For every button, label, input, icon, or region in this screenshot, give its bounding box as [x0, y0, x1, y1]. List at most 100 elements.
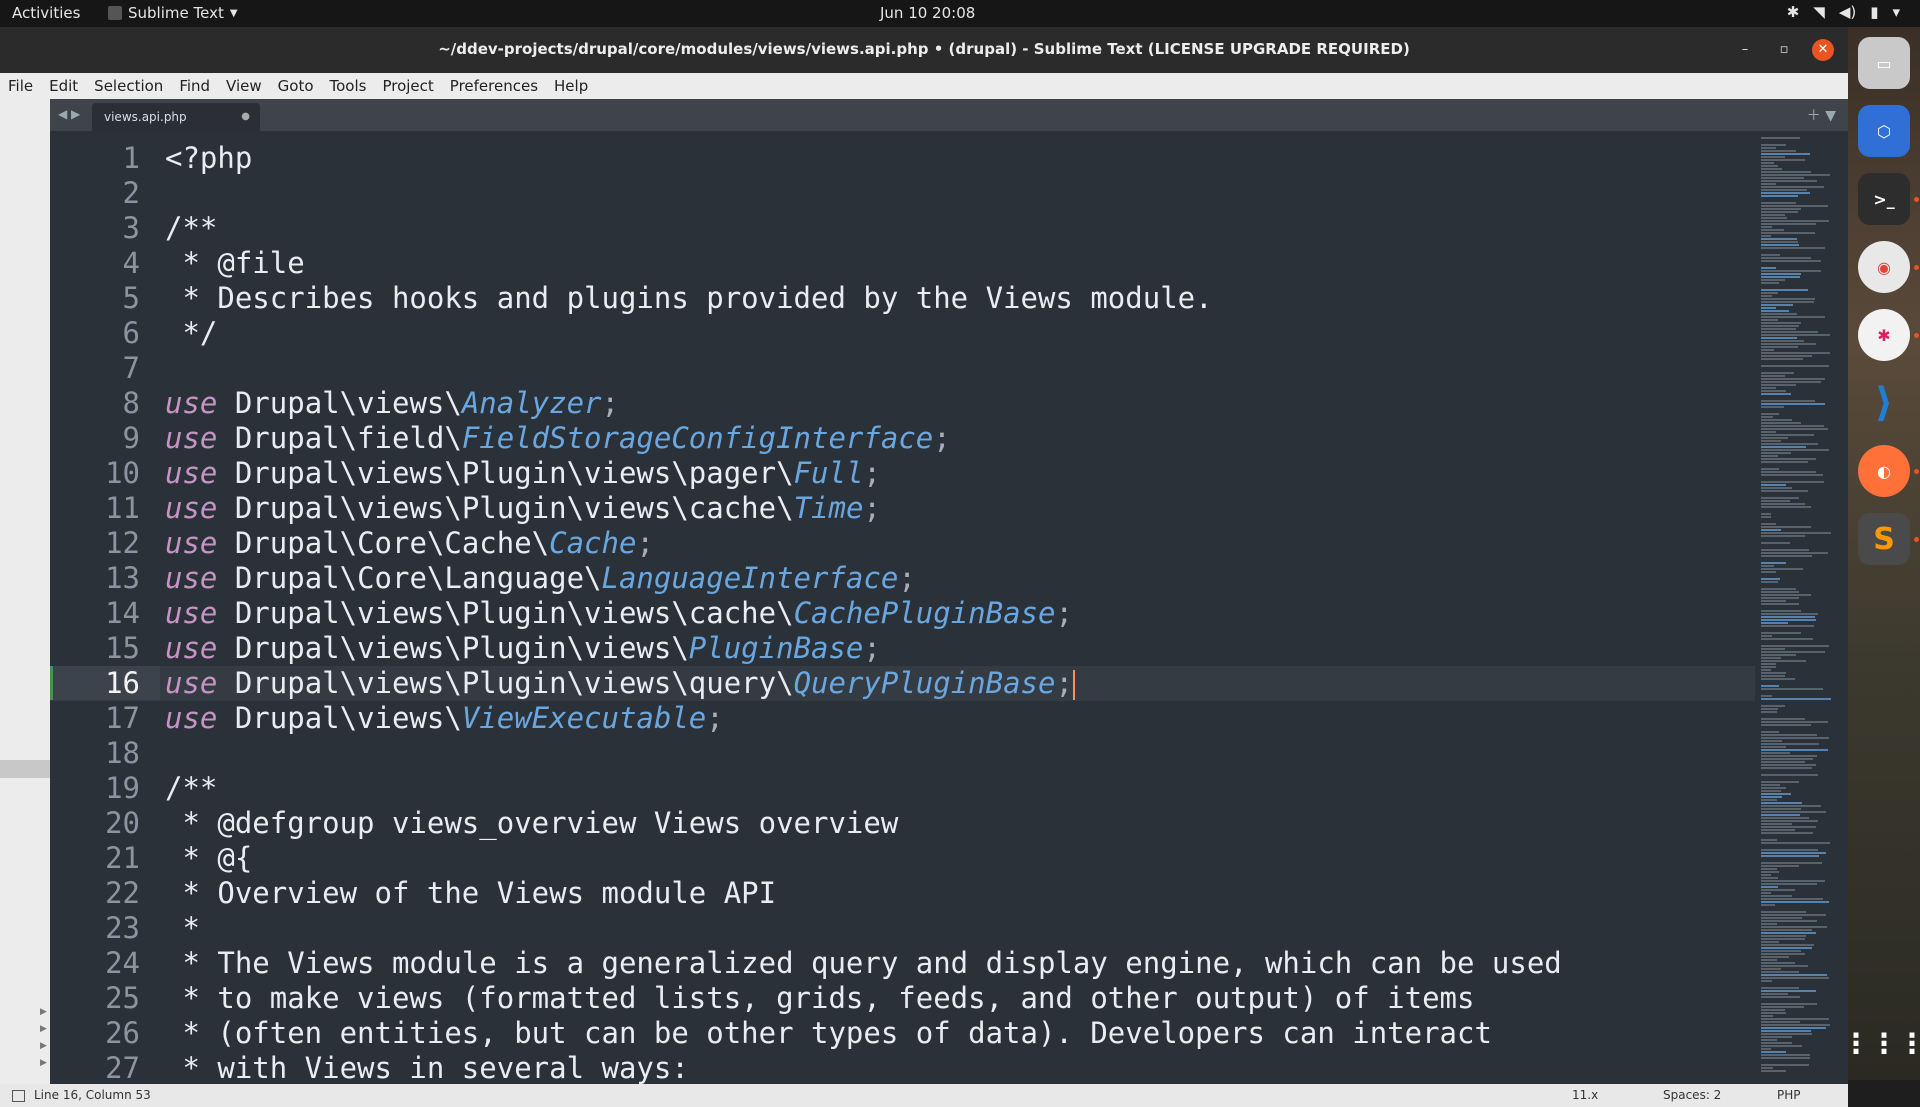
- minimap-line: [1761, 431, 1776, 433]
- code-line[interactable]: 3 /**: [50, 211, 1755, 246]
- menu-goto[interactable]: Goto: [270, 77, 322, 95]
- code-line[interactable]: 11 use Drupal\views\Plugin\views\cache\Ti…: [50, 491, 1755, 526]
- menu-find[interactable]: Find: [171, 77, 218, 95]
- menu-file[interactable]: File: [0, 77, 41, 95]
- virtualbox-icon[interactable]: ⬡: [1858, 105, 1910, 157]
- minimap-line: [1761, 901, 1829, 903]
- minimap-line: [1761, 758, 1813, 760]
- minimize-button[interactable]: –: [1734, 39, 1756, 61]
- code-line[interactable]: 18: [50, 736, 1755, 771]
- minimap-line: [1761, 855, 1819, 857]
- code-line-active[interactable]: 16 use Drupal\views\Plugin\views\query\Qu…: [50, 666, 1755, 701]
- code-line[interactable]: 6 */: [50, 316, 1755, 351]
- close-button[interactable]: ✕: [1812, 39, 1834, 61]
- tab-label: views.api.php: [104, 110, 187, 124]
- code-line[interactable]: 1 <?php: [50, 141, 1755, 176]
- maximize-button[interactable]: ▫: [1773, 39, 1795, 61]
- code-line[interactable]: 23 *: [50, 911, 1755, 946]
- code-line[interactable]: 26 * (often entities, but can be other t…: [50, 1016, 1755, 1051]
- fold-arrow-icon[interactable]: ▶: [40, 1041, 47, 1051]
- menu-project[interactable]: Project: [374, 77, 441, 95]
- minimap-line: [1761, 603, 1799, 605]
- fold-arrow-icon[interactable]: ▶: [40, 1007, 47, 1017]
- code-line[interactable]: 22 * Overview of the Views module API: [50, 876, 1755, 911]
- code-line[interactable]: 21 * @{: [50, 841, 1755, 876]
- minimap[interactable]: [1755, 131, 1848, 1084]
- minimap-line: [1761, 740, 1782, 742]
- tab-views-api[interactable]: views.api.php ●: [92, 103, 260, 131]
- code-line[interactable]: 15 use Drupal\views\Plugin\views\PluginBa…: [50, 631, 1755, 666]
- syntax-selector[interactable]: PHP: [1777, 1088, 1801, 1102]
- terminal-icon[interactable]: >_: [1858, 173, 1910, 225]
- minimap-line: [1761, 455, 1778, 457]
- minimap-line: [1761, 724, 1811, 726]
- activities-button[interactable]: Activities: [12, 4, 80, 22]
- app-grid-icon[interactable]: ⋮⋮⋮: [1842, 1017, 1920, 1069]
- code-line[interactable]: 27 * with Views in several ways:: [50, 1051, 1755, 1084]
- code-line[interactable]: 17 use Drupal\views\ViewExecutable;: [50, 701, 1755, 736]
- minimap-line: [1761, 811, 1826, 813]
- minimap-line: [1761, 799, 1777, 801]
- slack-icon[interactable]: ✱: [1858, 309, 1910, 361]
- files-icon[interactable]: ▭: [1858, 37, 1910, 89]
- modified-dot-icon[interactable]: ●: [241, 111, 250, 122]
- minimap-line: [1761, 562, 1786, 564]
- wifi-icon[interactable]: ◥: [1813, 3, 1825, 21]
- code-line[interactable]: 13 use Drupal\Core\Language\LanguageInter…: [50, 561, 1755, 596]
- slack-tray-icon[interactable]: ✱: [1787, 3, 1800, 21]
- code-line[interactable]: 7: [50, 351, 1755, 386]
- firefox-icon[interactable]: ◐: [1858, 445, 1910, 497]
- power-icon[interactable]: ▾: [1892, 3, 1900, 21]
- menu-preferences[interactable]: Preferences: [442, 77, 546, 95]
- code-line[interactable]: 19 /**: [50, 771, 1755, 806]
- running-indicator: [1914, 333, 1919, 338]
- fold-arrow-icon[interactable]: ▶: [40, 1058, 47, 1068]
- vscode-icon[interactable]: ⟩: [1858, 377, 1910, 429]
- minimap-line: [1761, 461, 1808, 463]
- minimap-line: [1761, 839, 1777, 841]
- app-menu[interactable]: Sublime Text ▼: [108, 4, 238, 22]
- git-branch[interactable]: 11.x: [1572, 1088, 1598, 1102]
- system-tray[interactable]: ✱ ◥ ◀) ▮ ▾: [1787, 3, 1900, 21]
- minimap-line: [1761, 974, 1827, 976]
- minimap-line: [1761, 852, 1826, 854]
- minimap-line: [1761, 718, 1805, 720]
- fold-arrow-icon[interactable]: ▶: [40, 1024, 47, 1034]
- code-line[interactable]: 4 * @file: [50, 246, 1755, 281]
- clock[interactable]: Jun 10 20:08: [880, 4, 975, 22]
- menu-selection[interactable]: Selection: [86, 77, 171, 95]
- minimap-line: [1761, 205, 1828, 207]
- code-line[interactable]: 20 * @defgroup views_overview Views over…: [50, 806, 1755, 841]
- chevron-down-icon: ▼: [229, 7, 238, 19]
- code-line[interactable]: 2: [50, 176, 1755, 211]
- sublime-icon[interactable]: S: [1858, 513, 1910, 565]
- code-editor[interactable]: 1 <?php 2 3 /** 4 * @file 5 * Describes ho…: [50, 131, 1755, 1084]
- code-line[interactable]: 10 use Drupal\views\Plugin\views\pager\Fu…: [50, 456, 1755, 491]
- code-line[interactable]: 12 use Drupal\Core\Cache\Cache;: [50, 526, 1755, 561]
- code-line[interactable]: 9 use Drupal\field\FieldStorageConfigInte…: [50, 421, 1755, 456]
- battery-icon[interactable]: ▮: [1870, 3, 1878, 21]
- code-line[interactable]: 14 use Drupal\views\Plugin\views\cache\Ca…: [50, 596, 1755, 631]
- code-line[interactable]: 8 use Drupal\views\Analyzer;: [50, 386, 1755, 421]
- menu-view[interactable]: View: [218, 77, 270, 95]
- chrome-icon[interactable]: ◉: [1858, 241, 1910, 293]
- indentation-setting[interactable]: Spaces: 2: [1663, 1088, 1721, 1102]
- minimap-line: [1761, 416, 1773, 418]
- code-line[interactable]: 5 * Describes hooks and plugins provided…: [50, 281, 1755, 316]
- minimap-line: [1761, 223, 1816, 225]
- cursor-position[interactable]: Line 16, Column 53: [34, 1088, 151, 1102]
- minimap-line: [1761, 685, 1779, 687]
- minimap-line: [1761, 384, 1796, 386]
- menu-tools[interactable]: Tools: [322, 77, 375, 95]
- minimap-line: [1761, 449, 1829, 451]
- volume-icon[interactable]: ◀): [1839, 3, 1856, 21]
- tab-actions[interactable]: ＋ ▼: [1807, 105, 1836, 125]
- title-bar[interactable]: ~/ddev-projects/drupal/core/modules/view…: [0, 27, 1848, 73]
- code-line[interactable]: 25 * to make views (formatted lists, gri…: [50, 981, 1755, 1016]
- menu-edit[interactable]: Edit: [41, 77, 86, 95]
- menu-help[interactable]: Help: [546, 77, 596, 95]
- panel-toggle-icon[interactable]: [12, 1090, 25, 1102]
- minimap-line: [1761, 708, 1778, 710]
- code-line[interactable]: 24 * The Views module is a generalized q…: [50, 946, 1755, 981]
- tab-nav-arrows[interactable]: ◀ ▶: [58, 107, 80, 121]
